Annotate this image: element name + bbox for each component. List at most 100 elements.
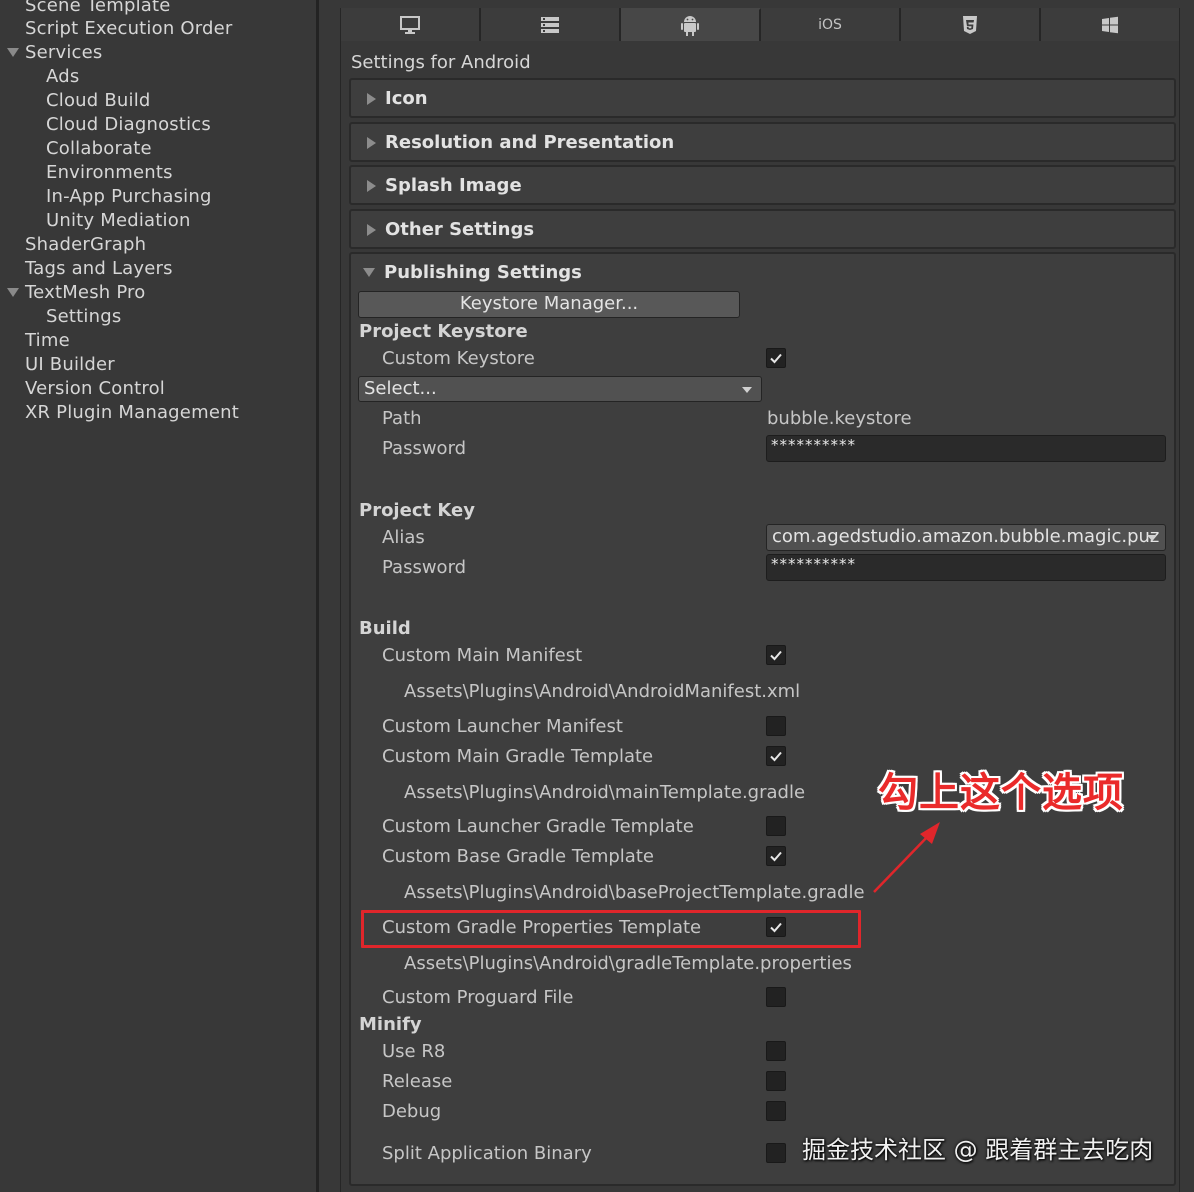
foldout-splash-image[interactable]: Splash Image bbox=[349, 165, 1176, 205]
use-r8-checkbox[interactable] bbox=[766, 1041, 786, 1061]
sidebar-item-in-app-purchasing[interactable]: In-App Purchasing bbox=[46, 185, 212, 209]
tab-server[interactable] bbox=[481, 8, 621, 41]
foldout-other-settings[interactable]: Other Settings bbox=[349, 209, 1176, 249]
alias-label: Alias bbox=[382, 527, 425, 548]
custom-base-gradle-template-label: Custom Base Gradle Template bbox=[382, 846, 654, 867]
checkmark-icon bbox=[770, 751, 782, 762]
custom-main-gradle-template-label: Custom Main Gradle Template bbox=[382, 746, 654, 767]
collapsed-arrow-icon bbox=[367, 180, 376, 192]
checkmark-icon bbox=[770, 650, 782, 661]
sidebar-item-script-execution-order[interactable]: Script Execution Order bbox=[25, 17, 233, 41]
custom-launcher-gradle-template-label: Custom Launcher Gradle Template bbox=[382, 816, 694, 837]
tab-android[interactable] bbox=[621, 8, 761, 41]
key-password-label: Password bbox=[382, 557, 467, 578]
sidebar-item-cloud-diagnostics[interactable]: Cloud Diagnostics bbox=[46, 113, 211, 137]
foldout-icon[interactable]: Icon bbox=[349, 78, 1176, 118]
release-label: Release bbox=[382, 1071, 453, 1092]
project-settings-sidebar: Scene Template Script Execution Order Se… bbox=[0, 0, 318, 1192]
html5-icon bbox=[963, 15, 977, 34]
collapsed-arrow-icon bbox=[367, 137, 376, 149]
platform-tabs: iOS bbox=[341, 8, 1179, 41]
sidebar-item-cloud-build[interactable]: Cloud Build bbox=[46, 89, 151, 113]
custom-base-gradle-template-checkbox[interactable] bbox=[766, 846, 786, 866]
main-manifest-path: Assets\Plugins\Android\AndroidManifest.x… bbox=[404, 681, 801, 702]
alias-dropdown[interactable]: com.agedstudio.amazon.bubble.magic.puz bbox=[766, 524, 1166, 551]
sidebar-item-collaborate[interactable]: Collaborate bbox=[46, 137, 152, 161]
split-application-binary-checkbox[interactable] bbox=[766, 1143, 786, 1163]
sidebar-item-textmesh-pro[interactable]: TextMesh Pro bbox=[25, 281, 145, 305]
annotation-arrow-icon bbox=[873, 822, 940, 893]
custom-main-manifest-checkbox[interactable] bbox=[766, 645, 786, 665]
custom-keystore-checkbox[interactable] bbox=[766, 348, 786, 368]
keystore-manager-button[interactable]: Keystore Manager... bbox=[358, 291, 740, 318]
keystore-path-label: Path bbox=[382, 408, 422, 429]
custom-keystore-label: Custom Keystore bbox=[382, 348, 535, 369]
custom-launcher-manifest-label: Custom Launcher Manifest bbox=[382, 716, 623, 737]
keystore-path-value: bubble.keystore bbox=[767, 408, 912, 429]
expanded-arrow-icon[interactable] bbox=[363, 268, 375, 277]
sidebar-item-shadergraph[interactable]: ShaderGraph bbox=[25, 233, 146, 257]
sidebar-item-services[interactable]: Services bbox=[25, 41, 103, 65]
sidebar-item-environments[interactable]: Environments bbox=[46, 161, 173, 185]
minify-header: Minify bbox=[359, 1014, 422, 1035]
custom-main-gradle-template-checkbox[interactable] bbox=[766, 746, 786, 766]
keystore-select-dropdown[interactable]: Select... bbox=[358, 376, 762, 402]
watermark: 掘金技术社区 @ 跟着群主去吃肉 bbox=[802, 1136, 1154, 1164]
sidebar-item-ads[interactable]: Ads bbox=[46, 65, 79, 89]
checkmark-icon bbox=[770, 353, 782, 364]
dropdown-arrow-icon bbox=[1147, 535, 1157, 541]
tab-ios[interactable]: iOS bbox=[761, 8, 901, 41]
foldout-label: Resolution and Presentation bbox=[385, 132, 675, 153]
tab-webgl[interactable] bbox=[901, 8, 1041, 41]
android-icon bbox=[681, 15, 699, 36]
sidebar-item-ui-builder[interactable]: UI Builder bbox=[25, 353, 115, 377]
highlight-box bbox=[361, 910, 861, 948]
custom-proguard-file-checkbox[interactable] bbox=[766, 987, 786, 1007]
settings-for-android-title: Settings for Android bbox=[351, 52, 531, 73]
foldout-resolution-and-presentation[interactable]: Resolution and Presentation bbox=[349, 122, 1176, 162]
sidebar-item-unity-mediation[interactable]: Unity Mediation bbox=[46, 209, 191, 233]
use-r8-label: Use R8 bbox=[382, 1041, 446, 1062]
custom-proguard-file-label: Custom Proguard File bbox=[382, 987, 574, 1008]
gradle-properties-template-path: Assets\Plugins\Android\gradleTemplate.pr… bbox=[404, 953, 852, 974]
alias-value: com.agedstudio.amazon.bubble.magic.puz bbox=[772, 526, 1160, 547]
debug-checkbox[interactable] bbox=[766, 1101, 786, 1121]
server-icon bbox=[541, 16, 559, 33]
annotation-text: 勾上这个选项 bbox=[878, 770, 1124, 816]
checkmark-icon bbox=[770, 851, 782, 862]
foldout-label: Icon bbox=[385, 88, 428, 109]
release-checkbox[interactable] bbox=[766, 1071, 786, 1091]
main-gradle-template-path: Assets\Plugins\Android\mainTemplate.grad… bbox=[404, 782, 806, 803]
tab-windows[interactable] bbox=[1041, 8, 1179, 41]
windows-icon bbox=[1102, 16, 1118, 33]
sidebar-item-version-control[interactable]: Version Control bbox=[25, 377, 165, 401]
base-gradle-template-path: Assets\Plugins\Android\baseProjectTempla… bbox=[404, 882, 865, 903]
expand-arrow-icon[interactable] bbox=[7, 288, 19, 297]
keystore-password-field[interactable]: ********** bbox=[766, 435, 1166, 462]
sidebar-item-time[interactable]: Time bbox=[25, 329, 70, 353]
foldout-label: Splash Image bbox=[385, 175, 522, 196]
monitor-icon bbox=[400, 15, 420, 34]
sidebar-item-xr-plugin-management[interactable]: XR Plugin Management bbox=[25, 401, 239, 425]
keystore-select-value: Select... bbox=[364, 378, 437, 399]
sidebar-item-tags-and-layers[interactable]: Tags and Layers bbox=[25, 257, 173, 281]
project-keystore-header: Project Keystore bbox=[359, 321, 528, 342]
dropdown-arrow-icon bbox=[742, 387, 752, 393]
build-header: Build bbox=[359, 618, 411, 639]
player-settings-panel: iOS Settings for Android Icon Resolution… bbox=[340, 8, 1180, 1192]
collapsed-arrow-icon bbox=[367, 224, 376, 236]
foldout-label: Other Settings bbox=[385, 219, 535, 240]
sidebar-item-settings[interactable]: Settings bbox=[46, 305, 121, 329]
tab-standalone[interactable] bbox=[341, 8, 481, 41]
custom-main-manifest-label: Custom Main Manifest bbox=[382, 645, 583, 666]
split-application-binary-label: Split Application Binary bbox=[382, 1143, 592, 1164]
expand-arrow-icon[interactable] bbox=[7, 48, 19, 57]
keystore-password-label: Password bbox=[382, 438, 467, 459]
custom-launcher-gradle-template-checkbox[interactable] bbox=[766, 816, 786, 836]
project-key-header: Project Key bbox=[359, 500, 475, 521]
publishing-settings-title[interactable]: Publishing Settings bbox=[384, 262, 582, 283]
custom-launcher-manifest-checkbox[interactable] bbox=[766, 716, 786, 736]
sidebar-item-scene-template[interactable]: Scene Template bbox=[25, 0, 171, 18]
sidebar-divider[interactable] bbox=[316, 0, 319, 1192]
key-password-field[interactable]: ********** bbox=[766, 554, 1166, 581]
